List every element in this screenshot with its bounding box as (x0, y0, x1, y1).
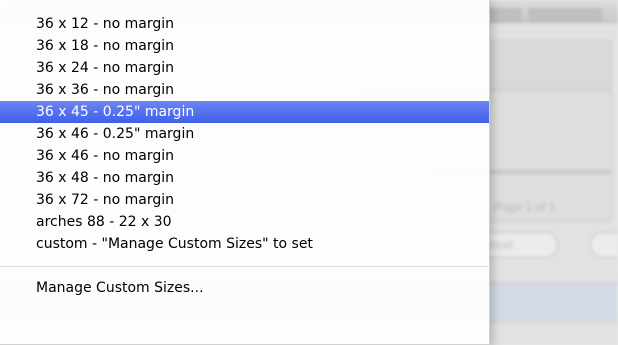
background-info-box (488, 284, 618, 320)
menu-item-36x24-no-margin[interactable]: 36 x 24 - no margin (0, 57, 489, 79)
menu-item-manage-custom-sizes[interactable]: Manage Custom Sizes... (0, 277, 489, 299)
menu-item-36x48-no-margin[interactable]: 36 x 48 - no margin (0, 167, 489, 189)
menu-item-36x46-no-margin[interactable]: 36 x 46 - no margin (0, 145, 489, 167)
menu-item-custom[interactable]: custom - "Manage Custom Sizes" to set (0, 233, 489, 255)
background-ok-button (590, 232, 618, 258)
menu-item-36x12-no-margin[interactable]: 36 x 12 - no margin (0, 13, 489, 35)
menu-separator (0, 266, 489, 267)
background-toolbar-block (528, 8, 602, 22)
menu-item-36x45-quarter-margin[interactable]: 36 x 45 - 0.25" margin (0, 101, 489, 123)
background-page-label: Page 1 of 1 (494, 200, 556, 214)
menu-item-36x46-quarter-margin[interactable]: 36 x 46 - 0.25" margin (0, 123, 489, 145)
menu-item-arches-88[interactable]: arches 88 - 22 x 30 (0, 211, 489, 233)
menu-item-36x18-no-margin[interactable]: 36 x 18 - no margin (0, 35, 489, 57)
menu-item-36x72-no-margin[interactable]: 36 x 72 - no margin (0, 189, 489, 211)
paper-size-menu: 36 x 12 - no margin 36 x 18 - no margin … (0, 0, 490, 345)
menu-item-36x36-no-margin[interactable]: 36 x 36 - no margin (0, 79, 489, 101)
